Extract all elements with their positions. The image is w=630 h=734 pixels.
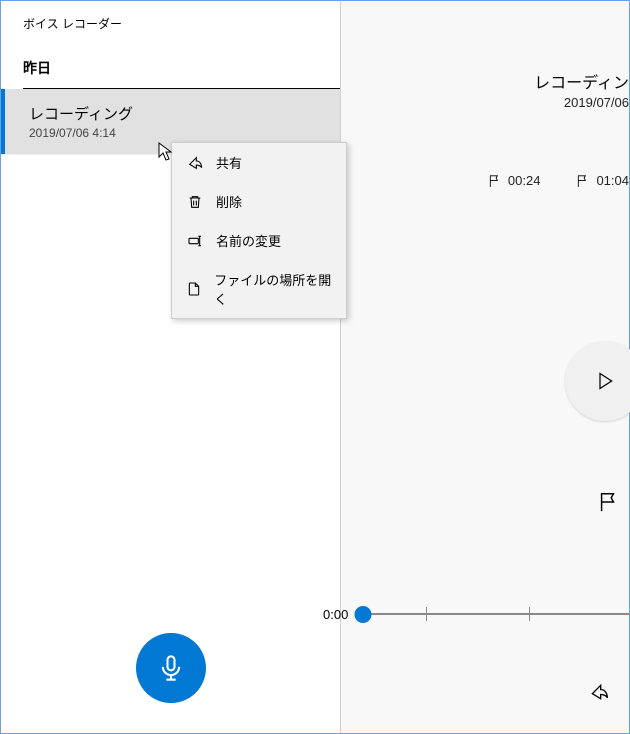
share-button[interactable] — [589, 682, 609, 707]
timeline-thumb[interactable] — [355, 606, 372, 623]
context-menu: 共有 削除 名前の変更 ファイルの場所を開く — [171, 142, 347, 319]
marker-time: 01:04 — [596, 173, 629, 188]
play-icon — [595, 369, 615, 393]
marker-time: 00:24 — [508, 173, 541, 188]
playback-header: レコーディン 2019/07/06 — [534, 49, 629, 110]
left-panel: ボイス レコーダー 昨日 レコーディング 2019/07/06 4:14 — [1, 1, 341, 733]
microphone-icon — [157, 654, 185, 682]
play-button[interactable] — [565, 341, 630, 421]
markers-row: 00:24 01:04 — [488, 173, 629, 188]
menu-delete[interactable]: 削除 — [172, 182, 346, 221]
flag-icon — [488, 174, 502, 188]
right-panel: レコーディン 2019/07/06 00:24 01:04 0:00 — [341, 1, 629, 733]
trash-icon — [186, 194, 204, 210]
file-icon — [186, 281, 202, 297]
timeline-marker-tick — [529, 607, 530, 621]
playback-title: レコーディン — [534, 69, 629, 93]
menu-label: 共有 — [216, 153, 242, 172]
share-icon — [186, 155, 204, 171]
timeline-current: 0:00 — [323, 607, 348, 622]
playback-date: 2019/07/06 — [534, 95, 629, 110]
flag-icon — [597, 491, 619, 513]
menu-rename[interactable]: 名前の変更 — [172, 221, 346, 260]
menu-label: ファイルの場所を開く — [214, 270, 332, 308]
menu-share[interactable]: 共有 — [172, 143, 346, 182]
rename-icon — [186, 233, 204, 249]
timeline[interactable]: 0:00 — [363, 607, 630, 651]
app-title: ボイス レコーダー — [1, 1, 340, 32]
recording-title: レコーディング — [29, 103, 318, 124]
marker[interactable]: 01:04 — [576, 173, 629, 188]
timeline-marker-tick — [426, 607, 427, 621]
menu-label: 名前の変更 — [216, 231, 281, 250]
add-marker-button[interactable] — [597, 491, 619, 518]
timeline-track[interactable] — [363, 613, 630, 615]
record-button[interactable] — [136, 633, 206, 703]
marker[interactable]: 00:24 — [488, 173, 541, 188]
recording-date: 2019/07/06 4:14 — [29, 126, 318, 140]
menu-label: 削除 — [216, 192, 242, 211]
share-icon — [589, 682, 609, 702]
menu-open-location[interactable]: ファイルの場所を開く — [172, 260, 346, 318]
flag-icon — [576, 174, 590, 188]
section-title: 昨日 — [1, 32, 340, 88]
